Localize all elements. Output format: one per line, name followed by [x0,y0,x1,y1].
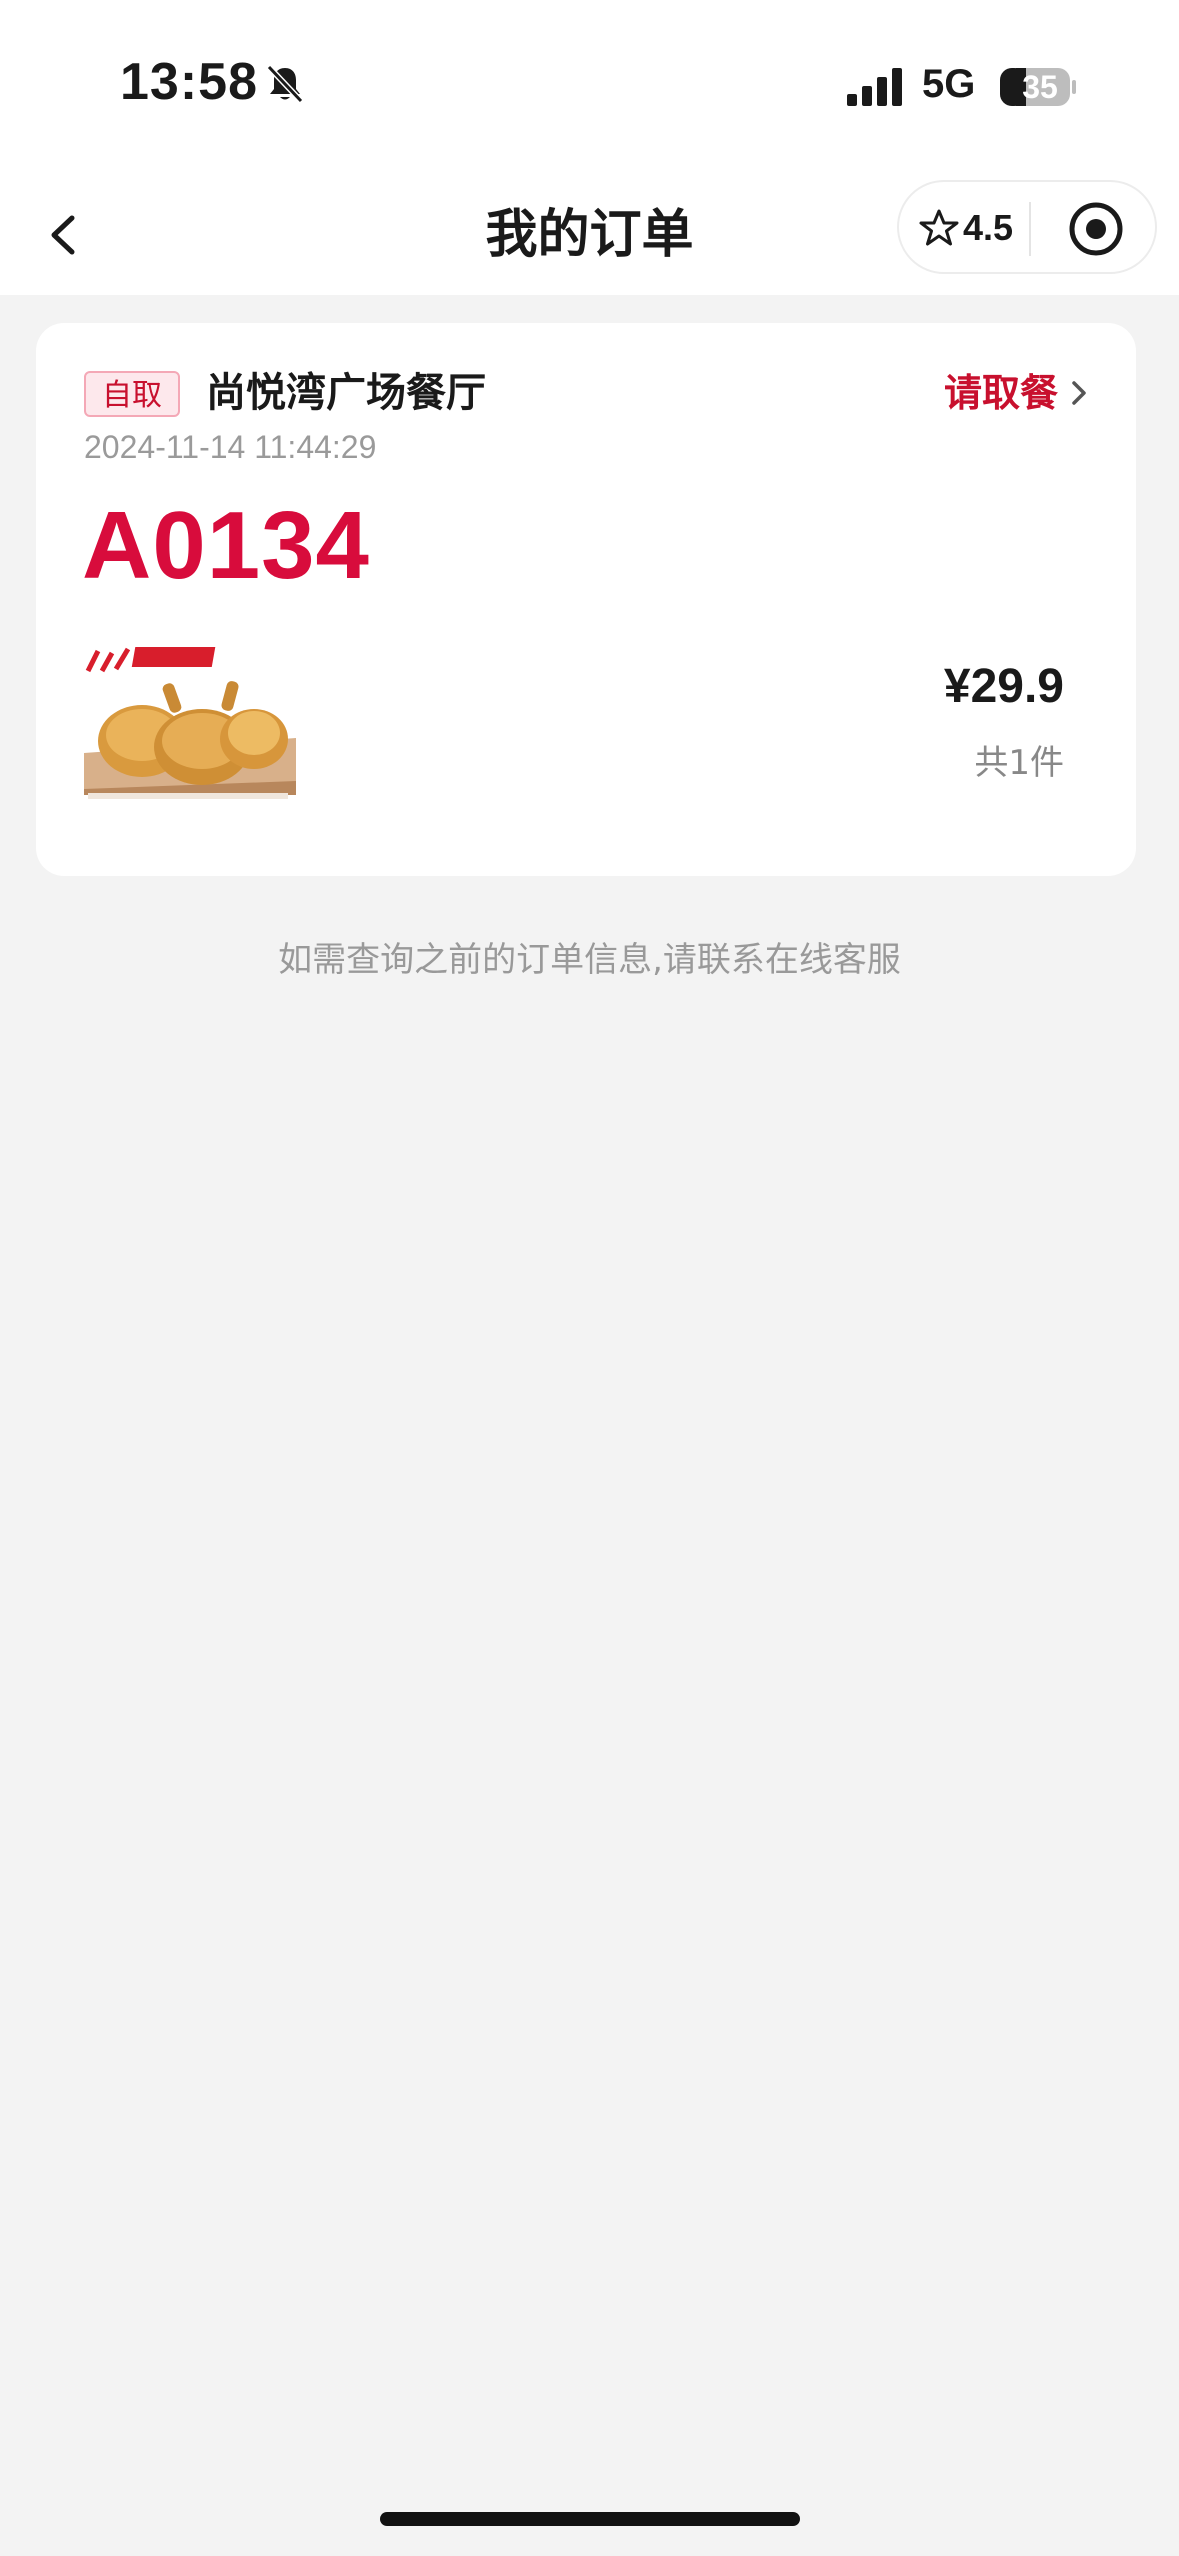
bell-off-icon [266,64,304,104]
home-indicator[interactable] [380,2512,800,2526]
target-circle-icon[interactable] [1067,200,1125,258]
signal-icon [847,68,902,106]
pickup-action-label[interactable]: 请取餐 [944,365,1058,421]
store-name: 尚悦湾广场餐厅 [206,370,486,416]
mini-program-capsule: 4.5 [897,180,1157,274]
rating-value[interactable]: 4.5 [963,204,1013,252]
status-bar: 13:58 5G 35 [0,0,1179,175]
network-type: 5G [922,62,976,106]
order-time: 2024-11-14 11:44:29 [84,429,377,465]
footer-note: 如需查询之前的订单信息,请联系在线客服 [278,940,901,980]
battery-level: 35 [1022,69,1058,105]
pickup-code: A0134 [82,492,370,599]
order-price: ¥29.9 [943,660,1064,713]
chevron-right-icon [1072,381,1086,405]
pickup-action-link[interactable]: 请取餐 [944,365,1092,421]
item-count: 共1件 [974,743,1064,783]
product-image [84,643,296,805]
status-time: 13:58 [120,53,258,111]
capsule-divider [1029,202,1031,256]
star-outline-icon[interactable] [919,208,959,248]
order-card[interactable]: 自取 尚悦湾广场餐厅 请取餐 2024-11-14 11:44:29 A0134… [36,323,1136,876]
pickup-type-tag: 自取 [84,371,180,417]
nav-bar: 我的订单 4.5 [0,175,1179,295]
